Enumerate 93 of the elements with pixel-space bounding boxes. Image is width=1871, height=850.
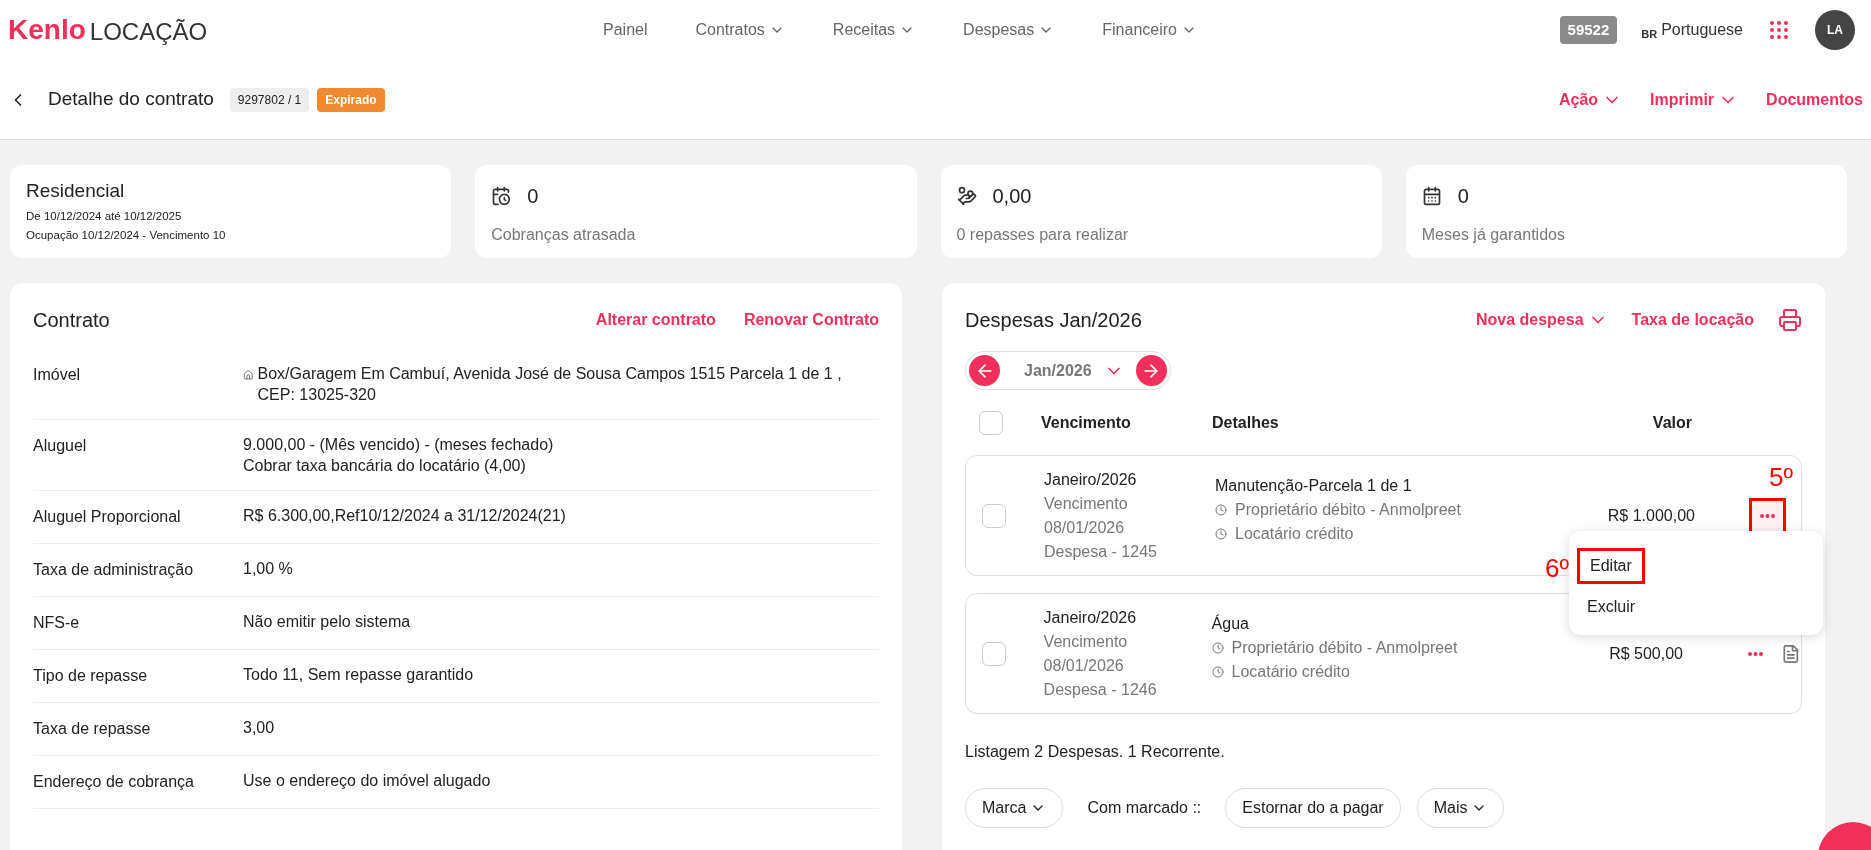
logo-product: LOCAÇÃO xyxy=(89,20,208,44)
row-checkbox[interactable] xyxy=(982,503,1006,528)
due-label: Vencimento xyxy=(1043,631,1129,652)
clock-icon xyxy=(1211,642,1224,654)
field-value: 9.000,00 - (Mês vencido) - (meses fechado) xyxy=(243,435,554,455)
field-label: Endereço de cobrança xyxy=(33,772,195,792)
calendar-icon xyxy=(491,186,512,206)
menu-item[interactable]: Editar xyxy=(1577,547,1645,584)
with-marked-label: Com marcado :: xyxy=(1087,798,1202,818)
contract-period: De 10/12/2024 até 10/12/2025 xyxy=(26,208,183,224)
field-value: Cobrar taxa bancária do locatário (4,00) xyxy=(243,456,527,476)
summary-value: 0,00 xyxy=(992,184,1032,209)
field-label: Aluguel xyxy=(33,436,88,456)
status-badge: Expirado xyxy=(317,87,385,112)
nav-menu[interactable]: Despesas xyxy=(963,18,1055,42)
summary-label: Cobranças atrasada xyxy=(491,225,637,245)
summary-label: Meses já garantidos xyxy=(1421,225,1566,245)
field-value: 3,00 xyxy=(243,718,275,738)
column-header: Valor xyxy=(1651,413,1692,433)
expense-party: Proprietário débito - Anmolpreet xyxy=(1231,638,1458,658)
action-link[interactable]: Documentos xyxy=(1766,87,1863,112)
panel-title: Contrato xyxy=(33,308,110,333)
select-all-checkbox[interactable] xyxy=(979,411,1003,435)
field-value: 1,00 % xyxy=(243,559,293,579)
month-label: Jan/2026 xyxy=(1024,360,1092,381)
field-label: Taxa de repasse xyxy=(33,719,152,739)
account-badge: 59522 xyxy=(1559,15,1618,45)
field-value: R$ 6.300,00,Ref10/12/2024 a 31/12/2024(21) xyxy=(243,506,566,526)
field-label: NFS-e xyxy=(33,613,81,633)
expense-number: Despesa - 1245 xyxy=(1044,541,1158,562)
more-icon xyxy=(1760,513,1775,518)
action-link[interactable]: Imprimir xyxy=(1650,87,1739,112)
field-label: Tipo de repasse xyxy=(33,666,149,686)
expense-title: Água xyxy=(1211,613,1250,634)
contract-period: Ocupação 10/12/2024 - Vencimento 10 xyxy=(26,227,227,243)
home-icon xyxy=(243,369,254,381)
due-label: Vencimento xyxy=(1044,493,1129,514)
logo-brand: Kenlo xyxy=(8,16,86,44)
field-value: Use o endereço do imóvel alugado xyxy=(243,771,491,791)
field-label: Aluguel Proporcional xyxy=(33,507,182,527)
expense-party: Locatário crédito xyxy=(1231,662,1350,682)
expense-value: R$ 1.000,00 xyxy=(1606,505,1695,526)
clock-icon xyxy=(1215,504,1227,516)
clock-icon xyxy=(1211,666,1224,678)
summary-value: 0 xyxy=(1457,184,1469,209)
row-checkbox[interactable] xyxy=(982,641,1006,666)
field-value: Todo 11, Sem repasse garantido xyxy=(243,665,474,685)
language-selector[interactable]: BR Portuguese xyxy=(1641,18,1743,42)
document-icon[interactable] xyxy=(1781,643,1801,664)
field-value: Não emitir pelo sistema xyxy=(243,612,411,632)
expense-value: R$ 500,00 xyxy=(1608,643,1683,664)
contract-type: Residencial xyxy=(26,179,126,203)
action-link[interactable]: Ação xyxy=(1558,87,1623,112)
expense-number: Despesa - 1246 xyxy=(1043,679,1158,700)
next-month-button[interactable] xyxy=(1135,355,1167,386)
more-actions-button[interactable] xyxy=(1749,497,1786,534)
nav-menu[interactable]: Painel xyxy=(603,18,648,42)
listing-summary: Listagem 2 Despesas. 1 Recorrente. xyxy=(965,742,1226,762)
action-link[interactable]: Nova despesa xyxy=(1475,308,1608,332)
money-icon xyxy=(956,186,977,206)
expense-title: Manutenção-Parcela 1 de 1 xyxy=(1215,476,1413,496)
contract-id: 9297802 / 1 xyxy=(229,87,310,112)
print-icon[interactable] xyxy=(1778,308,1802,332)
column-header: Vencimento xyxy=(1041,413,1132,433)
expense-period: Janeiro/2026 xyxy=(1043,607,1138,628)
column-header: Detalhes xyxy=(1212,413,1280,433)
menu-item[interactable]: Excluir xyxy=(1577,588,1645,625)
previous-month-button[interactable] xyxy=(969,355,1000,386)
expense-period: Janeiro/2026 xyxy=(1044,469,1138,490)
page-title: Detalhe do contrato xyxy=(48,87,214,112)
summary-value: 0 xyxy=(527,184,539,209)
nav-menu[interactable]: Receitas xyxy=(832,18,916,42)
nav-menu[interactable]: Financeiro xyxy=(1102,18,1197,42)
panel-title: Despesas Jan/2026 xyxy=(965,308,1142,333)
step-annotation: 5º xyxy=(1769,464,1793,490)
due-date: 08/01/2026 xyxy=(1043,655,1125,676)
field-value: Box/Garagem Em Cambuí, Avenida José de Sousa Campos 1515 Parcela 1 de 1 , CEP: 13025-320 xyxy=(257,364,843,405)
step-annotation: 6º xyxy=(1545,555,1569,581)
summary-label: 0 repasses para realizar xyxy=(956,225,1130,245)
field-label: Imóvel xyxy=(33,365,82,385)
action-link[interactable]: Renovar Contrato xyxy=(743,308,879,332)
action-link[interactable]: Alterar contrato xyxy=(595,308,716,332)
expense-party: Locatário crédito xyxy=(1235,524,1354,544)
clock-icon xyxy=(1215,528,1227,540)
calendar-icon xyxy=(1421,186,1442,206)
nav-menu[interactable]: Contratos xyxy=(695,18,785,42)
expense-party: Proprietário débito - Anmolpreet xyxy=(1235,500,1461,520)
apps-icon[interactable] xyxy=(1767,18,1791,42)
user-avatar[interactable]: LA xyxy=(1815,10,1855,50)
field-label: Taxa de administração xyxy=(33,560,195,580)
more-icon xyxy=(1747,651,1763,656)
action-link[interactable]: Taxa de locação xyxy=(1631,308,1754,332)
due-date: 08/01/2026 xyxy=(1044,517,1126,538)
